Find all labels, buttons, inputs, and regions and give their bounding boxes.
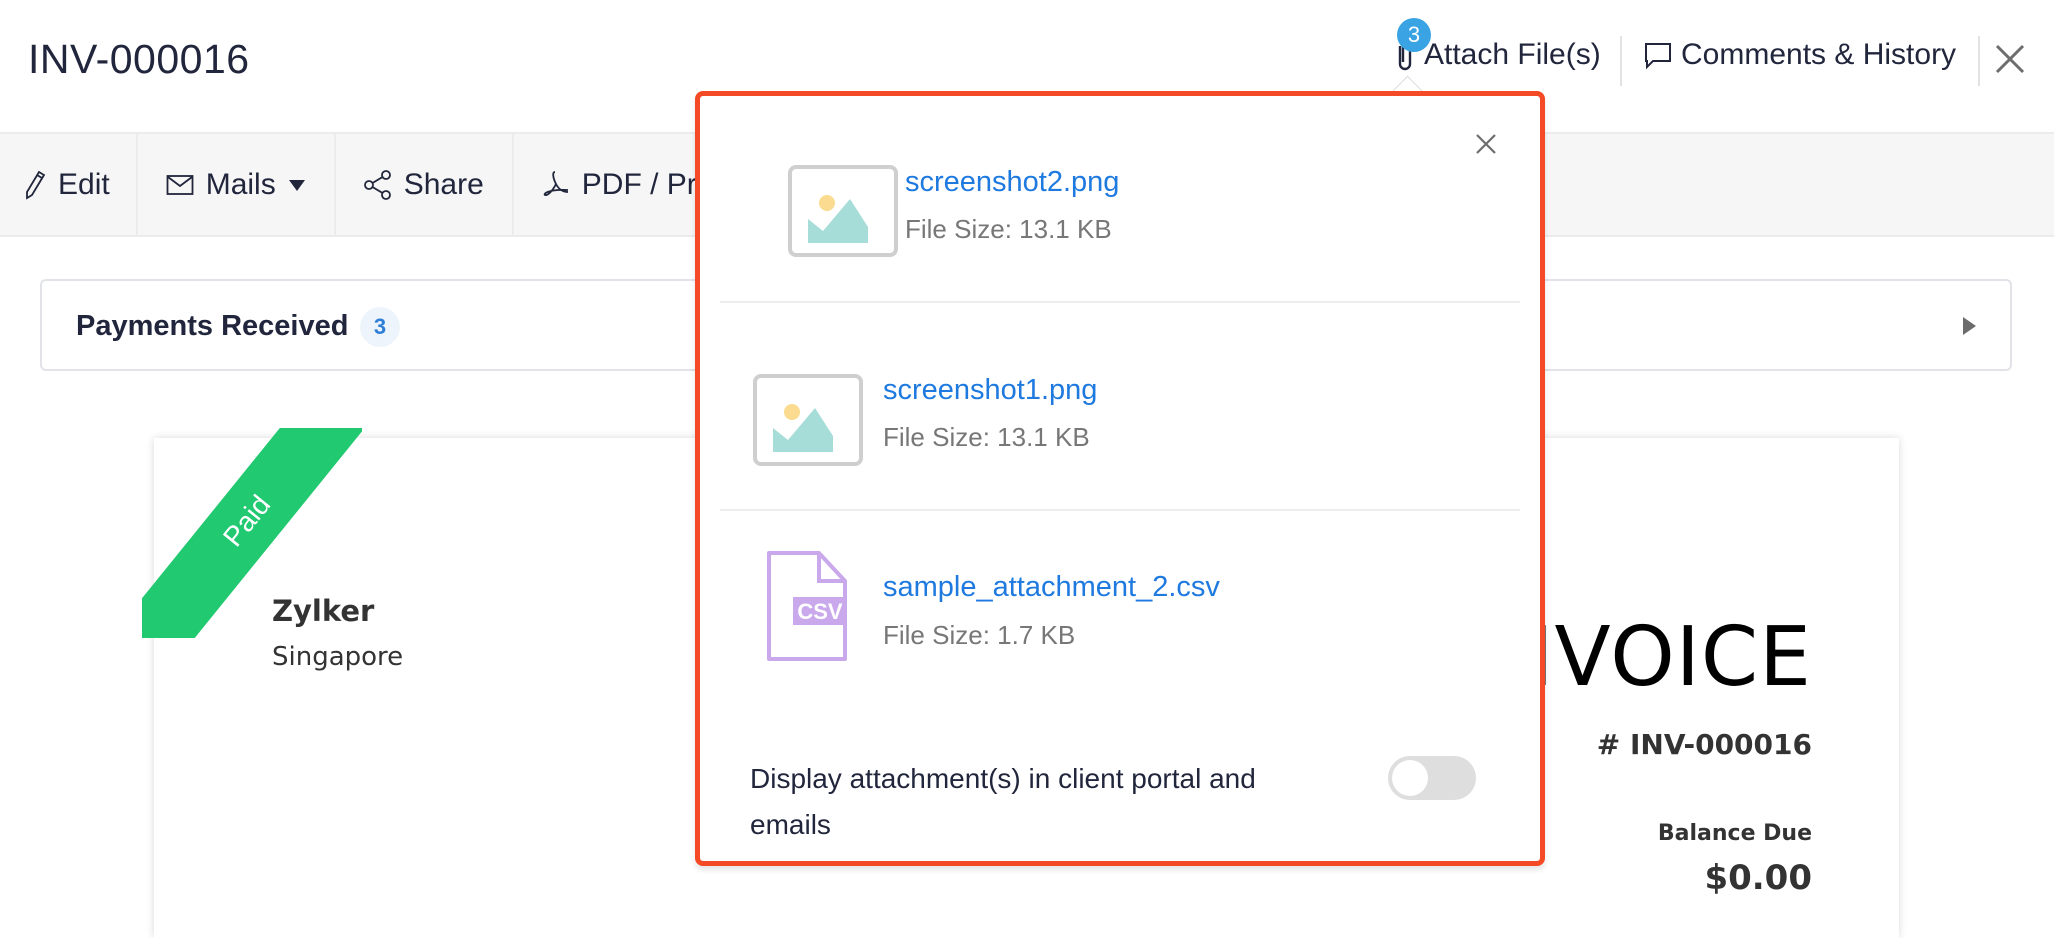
csv-badge: CSV	[797, 599, 843, 624]
payments-count-badge: 3	[360, 307, 400, 347]
share-label: Share	[403, 167, 484, 201]
balance-due-value: $0.00	[1704, 858, 1812, 898]
edit-button[interactable]: Edit	[0, 134, 138, 235]
payments-received-label: Payments Received	[76, 310, 349, 342]
attachment-item: screenshot2.png File Size: 13.1 KB	[720, 96, 1520, 303]
invoice-number: # INV-000016	[1596, 728, 1812, 761]
comments-history-label: Comments & History	[1681, 38, 1957, 71]
attachment-count-badge: 3	[1397, 18, 1431, 52]
mail-icon	[166, 174, 194, 195]
attachment-item: screenshot1.png File Size: 13.1 KB	[720, 301, 1520, 511]
attachment-link[interactable]: screenshot1.png	[883, 374, 1097, 407]
edit-label: Edit	[58, 167, 110, 201]
expand-arrow-icon[interactable]	[1963, 317, 1976, 335]
image-file-icon	[788, 165, 898, 257]
caret-down-icon	[288, 179, 305, 191]
attachment-link[interactable]: sample_attachment_2.csv	[883, 571, 1220, 604]
share-icon	[363, 169, 391, 200]
close-icon[interactable]	[1993, 42, 2027, 76]
toggle-knob	[1392, 760, 1428, 796]
client-portal-toggle-label: Display attachment(s) in client portal a…	[750, 763, 1256, 840]
organization-name: Zylker	[272, 594, 375, 628]
mails-dropdown[interactable]: Mails	[138, 134, 336, 235]
header-divider	[1620, 36, 1622, 86]
mails-label: Mails	[205, 167, 276, 201]
page-title: INV-000016	[28, 36, 250, 82]
pdf-icon	[543, 170, 568, 196]
comments-history-button[interactable]: Comments & History	[1643, 38, 1956, 72]
image-file-icon	[753, 374, 863, 466]
csv-file-icon: CSV	[767, 551, 847, 661]
attachment-size: File Size: 1.7 KB	[883, 620, 1076, 650]
pencil-icon	[26, 170, 46, 200]
attachment-size: File Size: 13.1 KB	[883, 422, 1090, 452]
balance-due-label: Balance Due	[1657, 821, 1812, 846]
attachments-popup: screenshot2.png File Size: 13.1 KB scree…	[695, 91, 1545, 866]
attachment-size: File Size: 13.1 KB	[905, 214, 1112, 244]
header-divider	[1978, 36, 1980, 86]
organization-location: Singapore	[272, 642, 404, 672]
client-portal-toggle[interactable]	[1388, 756, 1476, 800]
comment-icon	[1645, 43, 1671, 70]
attach-files-label: Attach File(s)	[1424, 38, 1601, 71]
attachment-item: CSV sample_attachment_2.csv File Size: 1…	[720, 509, 1520, 714]
share-button[interactable]: Share	[336, 134, 514, 235]
attachment-link[interactable]: screenshot2.png	[905, 166, 1119, 199]
